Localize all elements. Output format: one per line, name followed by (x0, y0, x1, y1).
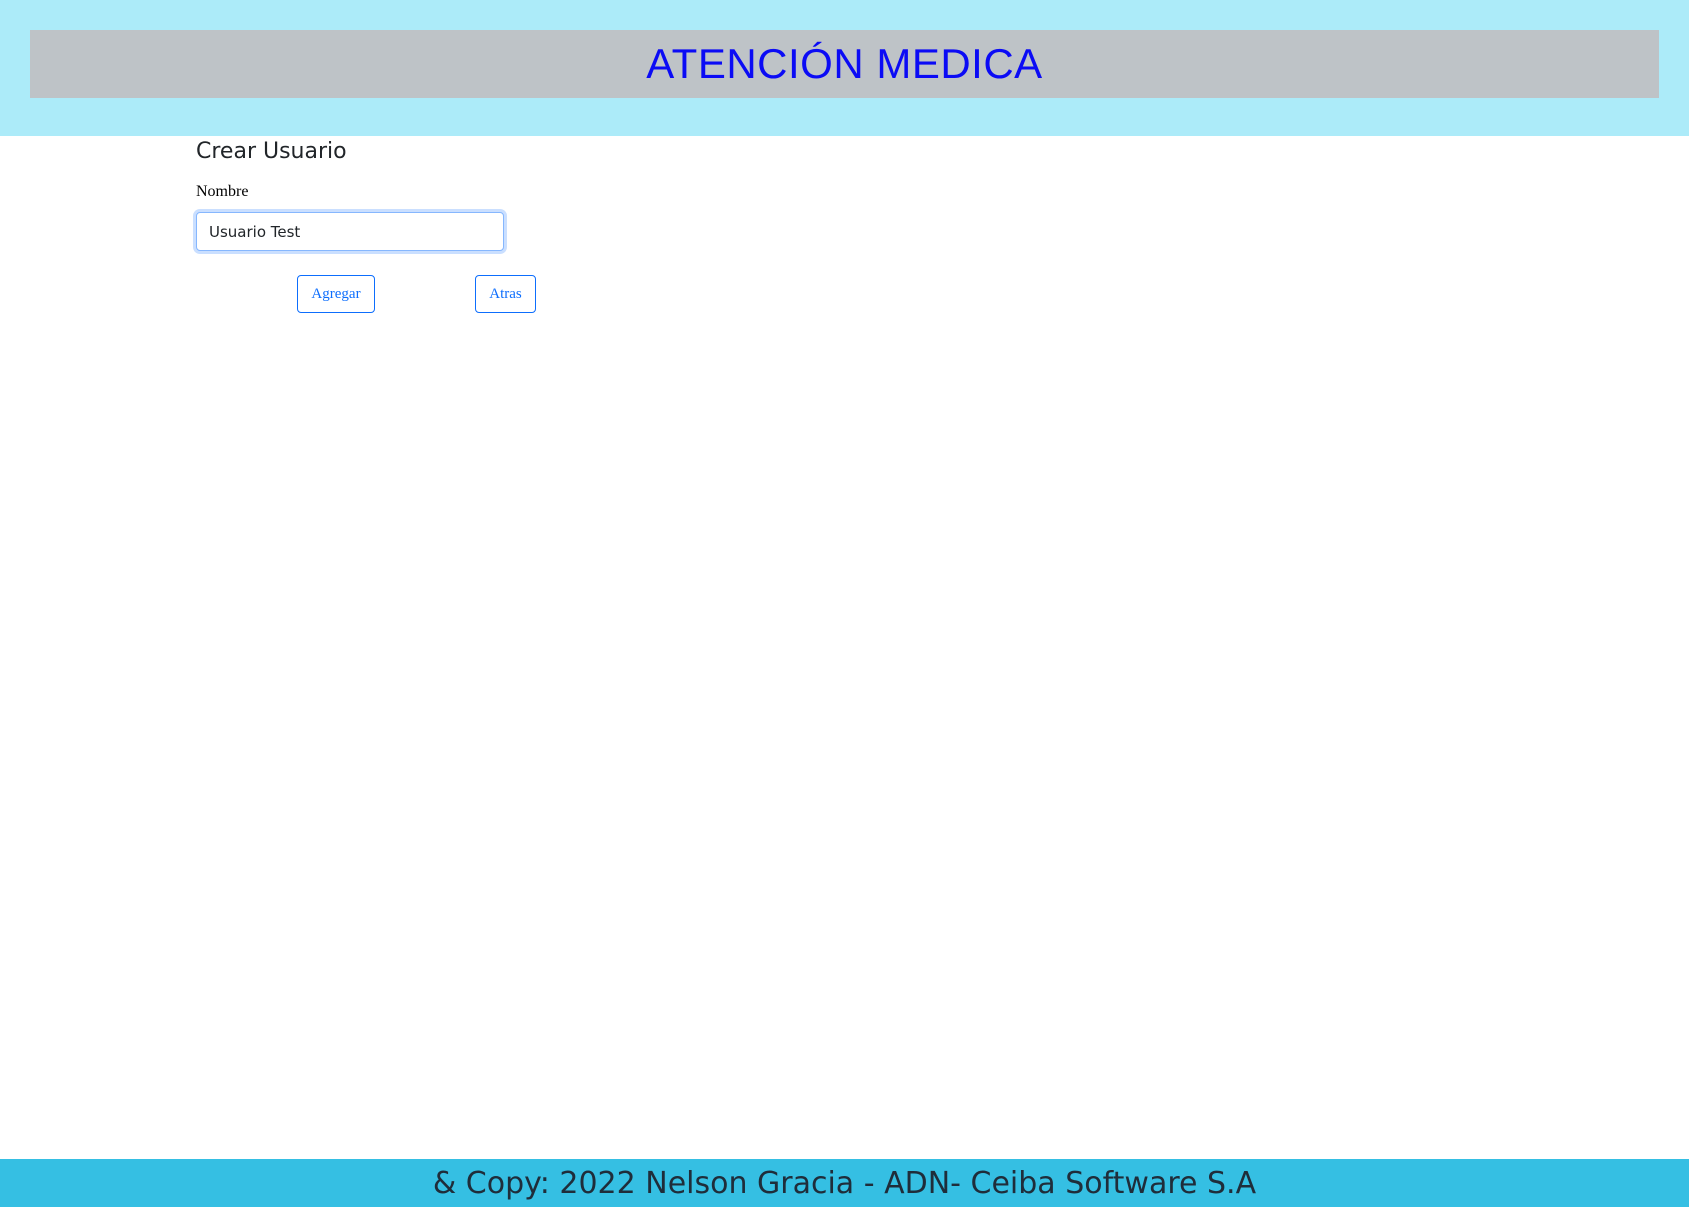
nombre-input[interactable] (196, 212, 504, 251)
app-title: ATENCIÓN MEDICA (646, 40, 1043, 87)
nombre-label: Nombre (196, 183, 249, 200)
app-header: ATENCIÓN MEDICA (0, 0, 1689, 136)
agregar-button[interactable]: Agregar (297, 275, 375, 313)
footer-copyright: & Copy: 2022 Nelson Gracia - ADN- Ceiba … (432, 1165, 1257, 1201)
footer: & Copy: 2022 Nelson Gracia - ADN- Ceiba … (0, 1159, 1689, 1207)
title-bar: ATENCIÓN MEDICA (30, 30, 1659, 98)
form-title: Crear Usuario (196, 139, 347, 164)
atras-button[interactable]: Atras (475, 275, 536, 313)
